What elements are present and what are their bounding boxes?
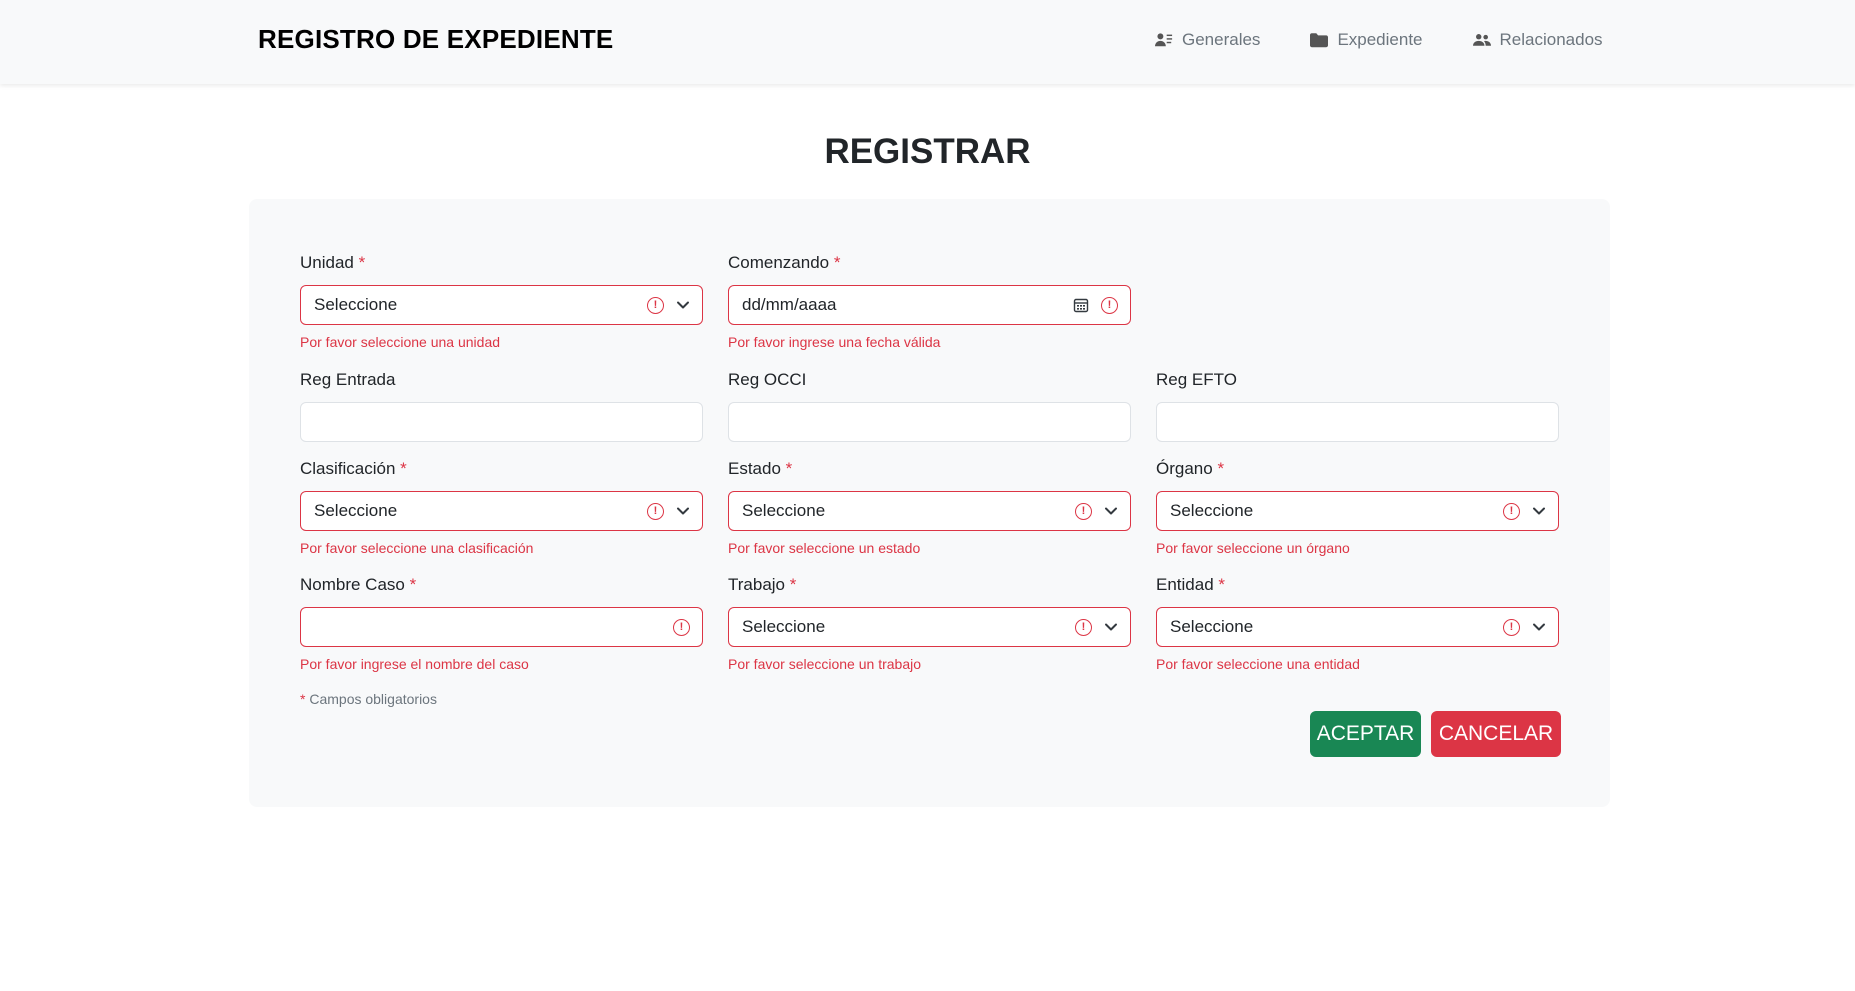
reg-entrada-input[interactable] — [300, 402, 703, 442]
comenzando-value: dd/mm/aaaa — [742, 295, 837, 314]
trabajo-error: Por favor seleccione un trabajo — [728, 656, 921, 672]
reg-occi-group: Reg OCCI — [728, 370, 1131, 442]
organo-select[interactable]: Seleccione ! — [1156, 491, 1559, 531]
organo-group: Órgano * Seleccione ! Por favor seleccio… — [1156, 459, 1559, 556]
alert-icon: ! — [1503, 502, 1520, 520]
entidad-value: Seleccione — [1170, 617, 1254, 636]
users-icon — [1472, 34, 1491, 46]
trabajo-value: Seleccione — [742, 617, 826, 636]
nombre-caso-label: Nombre Caso * — [300, 575, 417, 594]
reg-entrada-label: Reg Entrada — [300, 370, 396, 389]
reg-occi-input[interactable] — [728, 402, 1131, 442]
reg-efto-input[interactable] — [1156, 402, 1559, 442]
comenzando-error: Por favor ingrese una fecha válida — [728, 334, 941, 350]
clasificacion-select[interactable]: Seleccione ! — [300, 491, 703, 531]
nombre-caso-error: Por favor ingrese el nombre del caso — [300, 656, 529, 672]
unidad-value: Seleccione — [314, 295, 398, 314]
organo-value: Seleccione — [1170, 501, 1254, 520]
entidad-select[interactable]: Seleccione ! — [1156, 607, 1559, 647]
trabajo-label: Trabajo * — [728, 575, 797, 594]
nav-link-generales[interactable]: Generales — [1155, 30, 1260, 50]
clasificacion-value: Seleccione — [314, 501, 398, 520]
trabajo-group: Trabajo * Seleccione ! Por favor selecci… — [728, 575, 1131, 672]
entidad-group: Entidad * Seleccione ! Por favor selecci… — [1156, 575, 1559, 672]
nav-label: Expediente — [1337, 30, 1423, 49]
clasificacion-label: Clasificación * — [300, 459, 407, 478]
comenzando-group: Comenzando * dd/mm/aaaa ! Por favor ingr… — [728, 253, 1131, 350]
brand-title[interactable]: REGISTRO DE EXPEDIENTE — [258, 24, 613, 55]
organo-label: Órgano * — [1156, 459, 1225, 478]
alert-icon: ! — [647, 296, 664, 314]
accept-button[interactable]: ACEPTAR — [1310, 711, 1421, 757]
estado-label: Estado * — [728, 459, 793, 478]
organo-error: Por favor seleccione un órgano — [1156, 540, 1350, 556]
alert-icon: ! — [1075, 618, 1092, 636]
chevron-down-icon — [1104, 506, 1118, 516]
reg-entrada-group: Reg Entrada — [300, 370, 703, 442]
comenzando-label: Comenzando * — [728, 253, 841, 272]
entidad-label: Entidad * — [1156, 575, 1226, 594]
page-title: REGISTRAR — [824, 132, 1031, 171]
chevron-down-icon — [1532, 622, 1546, 632]
chevron-down-icon — [676, 300, 690, 310]
clasificacion-error: Por favor seleccione una clasificación — [300, 540, 534, 556]
nav-link-expediente[interactable]: Expediente — [1310, 30, 1423, 50]
alert-icon: ! — [647, 502, 664, 520]
entidad-error: Por favor seleccione una entidad — [1156, 656, 1360, 672]
comenzando-date-input[interactable]: dd/mm/aaaa ! — [728, 285, 1131, 325]
clasificacion-group: Clasificación * Seleccione ! Por favor s… — [300, 459, 703, 556]
unidad-error: Por favor seleccione una unidad — [300, 334, 501, 350]
unidad-label: Unidad * — [300, 253, 366, 272]
unidad-select[interactable]: Seleccione ! — [300, 285, 703, 325]
estado-error: Por favor seleccione un estado — [728, 540, 921, 556]
estado-value: Seleccione — [742, 501, 826, 520]
chevron-down-icon — [1532, 506, 1546, 516]
folder-icon — [1310, 33, 1329, 48]
alert-icon: ! — [1075, 502, 1092, 520]
nav-links: Generales Expediente Relacionados — [1155, 30, 1603, 50]
nav-label: Relacionados — [1499, 30, 1603, 49]
reg-occi-label: Reg OCCI — [728, 370, 807, 389]
trabajo-select[interactable]: Seleccione ! — [728, 607, 1131, 647]
unidad-group: Unidad * Seleccione ! Por favor seleccio… — [300, 253, 703, 350]
reg-efto-group: Reg EFTO — [1156, 370, 1559, 442]
nav-link-relacionados[interactable]: Relacionados — [1472, 30, 1603, 50]
estado-group: Estado * Seleccione ! Por favor seleccio… — [728, 459, 1131, 556]
nombre-caso-input[interactable]: ! — [300, 607, 703, 647]
alert-icon: ! — [1503, 618, 1520, 636]
cancel-button[interactable]: CANCELAR — [1431, 711, 1561, 757]
nombre-caso-group: Nombre Caso * ! Por favor ingrese el nom… — [300, 575, 703, 672]
nav-label: Generales — [1182, 30, 1261, 49]
reg-efto-label: Reg EFTO — [1156, 370, 1237, 389]
required-fields-note: * Campos obligatorios — [300, 691, 437, 707]
alert-icon: ! — [1101, 296, 1118, 314]
chevron-down-icon — [1104, 622, 1118, 632]
estado-select[interactable]: Seleccione ! — [728, 491, 1131, 531]
chevron-down-icon — [676, 506, 690, 516]
user-list-icon — [1155, 33, 1173, 47]
top-navbar: REGISTRO DE EXPEDIENTE Generales Expedie… — [0, 0, 1855, 84]
registration-form: Unidad * Seleccione ! Por favor seleccio… — [249, 199, 1610, 807]
alert-icon: ! — [673, 618, 690, 636]
calendar-icon[interactable] — [1073, 297, 1089, 313]
